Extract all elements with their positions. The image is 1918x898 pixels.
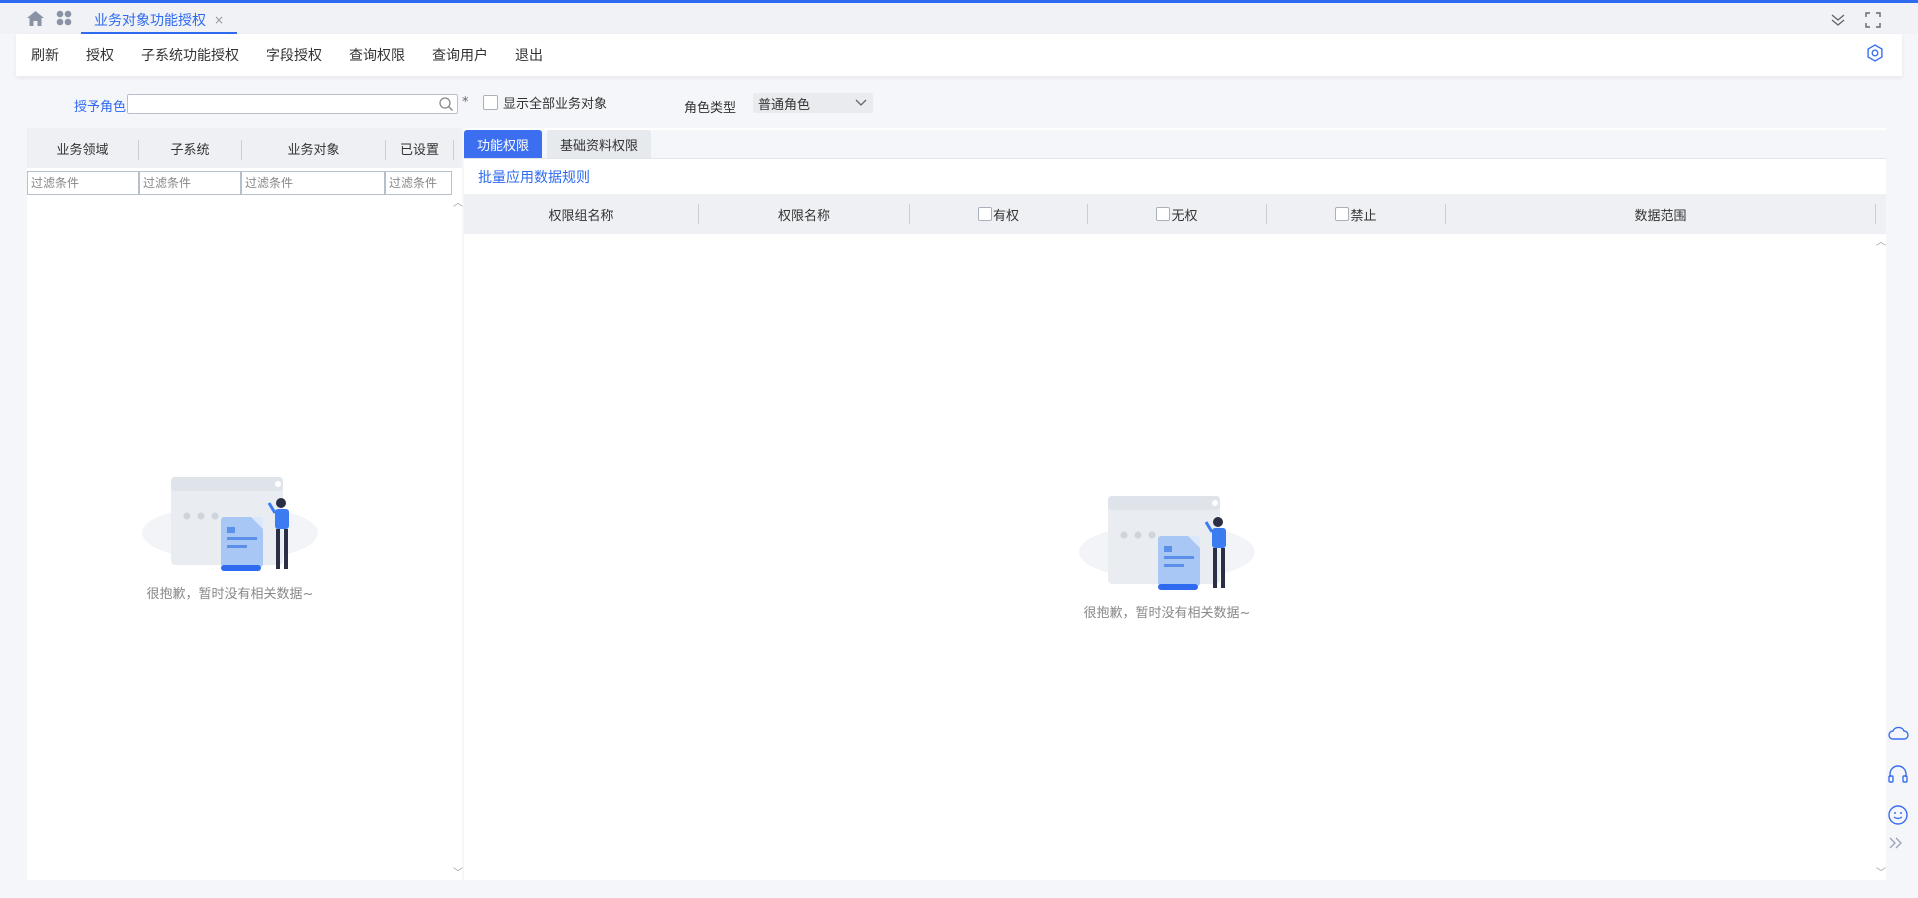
col-separator[interactable]: [453, 140, 454, 160]
col-business-object[interactable]: 业务对象: [242, 128, 385, 168]
right-tabs: 功能权限 基础资料权限: [464, 130, 1886, 159]
col-configured[interactable]: 已设置: [386, 128, 453, 168]
left-table-header: 业务领域 子系统 业务对象 已设置: [27, 128, 462, 168]
batch-apply-data-rules-link[interactable]: 批量应用数据规则: [478, 167, 590, 187]
left-panel: 业务领域 子系统 业务对象 已设置 ︿ ﹀: [27, 128, 463, 880]
role-type-select[interactable]: 普通角色: [753, 93, 873, 113]
col-no-permission[interactable]: 无权: [1088, 194, 1266, 234]
col-business-domain[interactable]: 业务领域: [27, 128, 138, 168]
left-empty-state: 很抱歉，暂时没有相关数据~: [135, 473, 325, 602]
smiley-icon[interactable]: [1887, 804, 1909, 830]
forbidden-checkbox[interactable]: [1335, 207, 1350, 221]
has-permission-checkbox[interactable]: [977, 207, 992, 221]
col-forbidden[interactable]: 禁止: [1267, 194, 1445, 234]
grant-role-label: 授予角色: [74, 100, 127, 115]
tab-bar: 业务对象功能授权 ×: [0, 3, 1918, 34]
empty-illustration-icon: [142, 477, 318, 571]
double-chevron-right-icon[interactable]: [1887, 836, 1905, 854]
scroll-down-arrow[interactable]: ﹀: [453, 864, 463, 879]
apps-grid-icon[interactable]: [55, 9, 73, 27]
gear-icon[interactable]: [1866, 44, 1884, 62]
chevron-down-icon: [855, 97, 867, 112]
show-all-label: 显示全部业务对象: [503, 97, 608, 112]
tab-base-data-permission[interactable]: 基础资料权限: [547, 130, 652, 158]
required-mark: *: [462, 95, 469, 110]
field-auth-button[interactable]: 字段授权: [266, 45, 322, 65]
right-empty-text: 很抱歉，暂时没有相关数据~: [1083, 606, 1251, 621]
col-data-scope[interactable]: 数据范围: [1446, 194, 1875, 234]
col-permission-name[interactable]: 权限名称: [699, 194, 909, 234]
query-user-button[interactable]: 查询用户: [432, 45, 488, 65]
no-permission-label: 无权: [1171, 208, 1198, 224]
has-permission-label: 有权: [992, 208, 1019, 224]
tab-label: 业务对象功能授权: [94, 13, 206, 29]
exit-button[interactable]: 退出: [515, 45, 543, 65]
forbidden-label: 禁止: [1350, 208, 1377, 224]
col-separator[interactable]: [1875, 204, 1876, 224]
home-icon[interactable]: [26, 9, 44, 27]
collapse-chevrons-icon[interactable]: [1829, 11, 1847, 29]
toolbar: 刷新 授权 子系统功能授权 字段授权 查询权限 查询用户 退出: [16, 34, 1902, 76]
headset-icon[interactable]: [1887, 764, 1909, 788]
show-all-checkbox-wrap[interactable]: 显示全部业务对象: [483, 93, 607, 112]
query-permission-button[interactable]: 查询权限: [349, 45, 405, 65]
col-subsystem[interactable]: 子系统: [139, 128, 241, 168]
no-permission-checkbox[interactable]: [1156, 207, 1171, 221]
filter-business-object-input[interactable]: [241, 171, 385, 195]
empty-illustration-icon: [1079, 496, 1255, 590]
right-empty-state: 很抱歉，暂时没有相关数据~: [1072, 492, 1262, 621]
filter-configured-input[interactable]: [385, 171, 452, 195]
grant-role-input[interactable]: [127, 94, 458, 114]
col-permission-group-name[interactable]: 权限组名称: [464, 194, 698, 234]
tab-close-icon[interactable]: ×: [214, 13, 224, 27]
right-panel: 功能权限 基础资料权限 批量应用数据规则 权限组名称 权限名称 有权 无权 禁止…: [464, 128, 1886, 880]
filter-bar: 授予角色 * 显示全部业务对象 角色类型 普通角色: [16, 86, 1902, 122]
scroll-up-arrow[interactable]: ︿: [1876, 233, 1886, 248]
scroll-down-arrow[interactable]: ﹀: [1876, 864, 1886, 879]
left-empty-text: 很抱歉，暂时没有相关数据~: [146, 587, 314, 602]
filter-subsystem-input[interactable]: [139, 171, 241, 195]
tab-business-object-auth[interactable]: 业务对象功能授权 ×: [81, 8, 238, 34]
subsystem-auth-button[interactable]: 子系统功能授权: [141, 45, 239, 65]
cloud-icon[interactable]: [1887, 724, 1909, 746]
scroll-up-arrow[interactable]: ︿: [453, 194, 463, 209]
right-table-header: 权限组名称 权限名称 有权 无权 禁止 数据范围: [464, 194, 1886, 234]
col-has-permission[interactable]: 有权: [910, 194, 1087, 234]
tab-function-permission[interactable]: 功能权限: [464, 130, 543, 158]
left-filter-row: [27, 171, 462, 195]
filter-business-domain-input[interactable]: [27, 171, 139, 195]
role-type-label: 角色类型: [684, 101, 737, 116]
search-icon[interactable]: [438, 96, 454, 116]
role-type-value: 普通角色: [758, 97, 811, 113]
fullscreen-icon[interactable]: [1864, 11, 1882, 29]
show-all-checkbox[interactable]: [483, 95, 498, 110]
authorize-button[interactable]: 授权: [86, 45, 114, 65]
refresh-button[interactable]: 刷新: [31, 45, 59, 65]
